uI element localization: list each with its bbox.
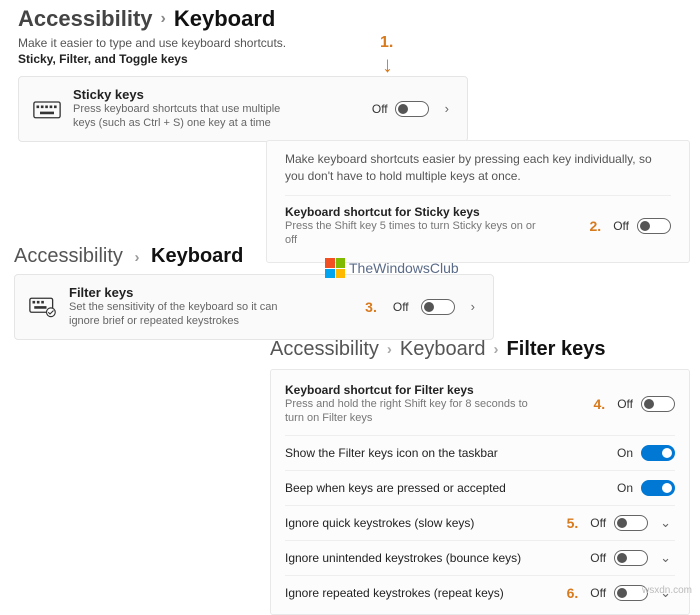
filter-setting-row: Keyboard shortcut for Filter keysPress a… [285,374,675,435]
chevron-right-icon: › [387,341,392,358]
annotation-2: 2. [590,218,602,234]
filter-setting-row: Ignore repeated keystrokes (repeat keys)… [285,575,675,610]
breadcrumb: Accessibility › Keyboard [18,6,468,32]
toggle-state: Off [590,586,606,600]
setting-toggle[interactable] [614,515,648,531]
toggle-state: Off [590,551,606,565]
annotation: 5. [567,515,579,531]
sticky-keys-toggle[interactable] [395,101,429,117]
sticky-keys-card[interactable]: Sticky keys Press keyboard shortcuts tha… [18,76,468,142]
setting-toggle[interactable] [641,480,675,496]
setting-toggle[interactable] [614,550,648,566]
windows-logo-icon [325,258,345,278]
annotation-1: 1. [380,34,393,52]
crumb-accessibility[interactable]: Accessibility [14,245,123,267]
filter-keys-title: Filter keys [69,285,353,300]
page-subtitle: Make it easier to type and use keyboard … [18,36,468,50]
crumb-keyboard: Keyboard [151,245,243,267]
filter-keys-desc: Set the sensitivity of the keyboard so i… [69,300,299,329]
filter-setting-row: Ignore unintended keystrokes (bounce key… [285,540,675,575]
filter-setting-row: Beep when keys are pressed or accepted On [285,470,675,505]
sticky-shortcut-state: Off [613,219,629,233]
filter-setting-row: Show the Filter keys icon on the taskbar… [285,435,675,470]
filter-keys-card[interactable]: Filter keys Set the sensitivity of the k… [14,274,494,340]
keyboard-icon [33,98,61,120]
row-title: Keyboard shortcut for Filter keys [285,383,586,397]
toggle-state: On [617,446,633,460]
crumb-keyboard: Keyboard [174,6,275,32]
crumb-accessibility[interactable]: Accessibility [270,338,379,361]
row-desc: Press and hold the right Shift key for 8… [285,397,545,426]
filter-keys-toggle[interactable] [421,299,455,315]
setting-toggle[interactable] [641,445,675,461]
sticky-keys-state: Off [372,102,388,116]
sticky-keys-desc: Press keyboard shortcuts that use multip… [73,102,303,131]
row-title: Ignore quick keystrokes (slow keys) [285,516,559,530]
row-title: Ignore repeated keystrokes (repeat keys) [285,586,559,600]
sticky-shortcut-toggle[interactable] [637,218,671,234]
chevron-down-icon[interactable]: ⌄ [656,550,675,566]
toggle-state: On [617,481,633,495]
annotation-3: 3. [365,299,377,315]
row-title: Ignore unintended keystrokes (bounce key… [285,551,582,565]
toggle-state: Off [590,516,606,530]
chevron-right-icon: › [161,10,166,28]
filter-setting-row: Ignore quick keystrokes (slow keys) 5. Off… [285,505,675,540]
annotation: 6. [567,585,579,601]
crumb-keyboard[interactable]: Keyboard [400,338,486,361]
footer-watermark: wsxdn.com [642,585,692,596]
row-title: Show the Filter keys icon on the taskbar [285,446,609,460]
crumb-accessibility[interactable]: Accessibility [18,6,153,32]
chevron-right-icon: › [134,249,139,266]
sticky-keys-title: Sticky keys [73,87,360,102]
section-heading: Sticky, Filter, and Toggle keys [18,52,468,66]
toggle-state: Off [617,397,633,411]
sticky-shortcut-title: Keyboard shortcut for Sticky keys [285,205,582,219]
sticky-shortcut-desc: Press the Shift key 5 times to turn Stic… [285,219,545,248]
row-title: Beep when keys are pressed or accepted [285,481,609,495]
chevron-right-icon: › [494,341,499,358]
annotation: 4. [594,396,606,412]
sticky-keys-panel-desc: Make keyboard shortcuts easier by pressi… [285,151,671,185]
filter-keys-state: Off [393,300,409,314]
crumb-filter-keys: Filter keys [507,338,606,361]
chevron-down-icon[interactable]: ⌄ [656,515,675,531]
keyboard-filter-icon [29,296,57,318]
chevron-right-icon[interactable]: › [467,299,479,314]
watermark: TheWindowsClub [325,258,459,278]
arrow-down-icon: ↓ [382,52,393,78]
setting-toggle[interactable] [641,396,675,412]
breadcrumb: Accessibility › Keyboard › Filter keys [270,338,690,361]
chevron-right-icon[interactable]: › [441,101,453,116]
